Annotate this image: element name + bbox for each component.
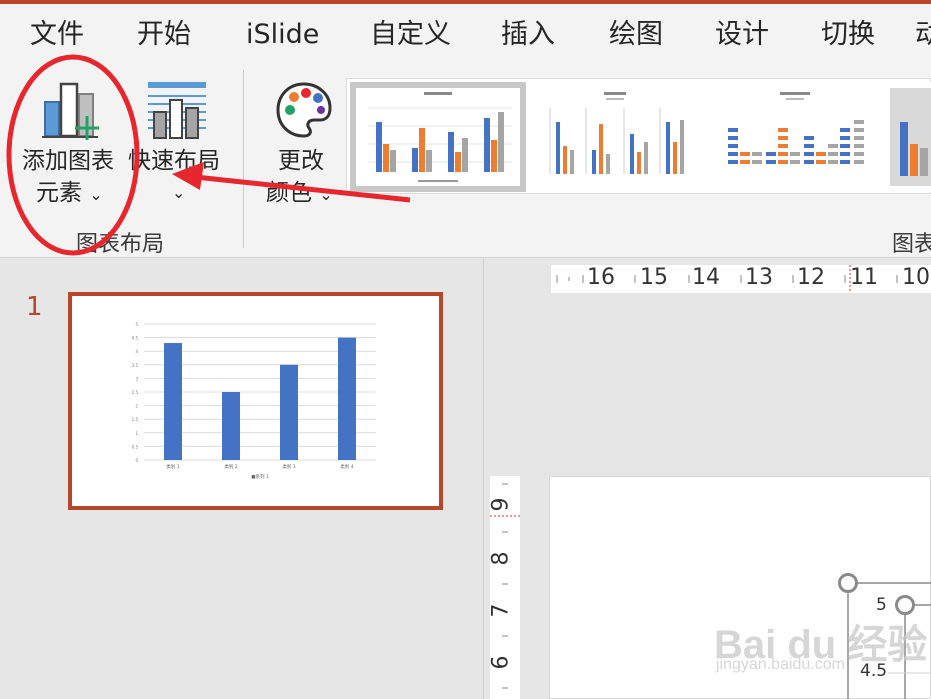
tab-insert[interactable]: 插入: [501, 18, 555, 52]
chart-style-3[interactable]: [710, 82, 886, 192]
change-colors-label: 更改: [278, 148, 324, 174]
slide-number: 1: [26, 292, 43, 322]
y-tick-label: 1: [135, 431, 138, 436]
ribbon-tab-bar: 文件 开始 iSlide 自定义 插入 绘图 设计 切换 动: [0, 4, 931, 60]
y-tick-label: 4: [135, 349, 138, 354]
change-colors-button[interactable]: 更改 颜色 ⌄: [260, 74, 344, 214]
chart-style-3-preview: [728, 92, 864, 164]
ruler-label: 7: [488, 603, 514, 618]
quick-layout-icon: [148, 82, 206, 139]
ruler-label: 15: [640, 265, 668, 290]
quick-layout-button[interactable]: 快速布局 ⌄: [126, 74, 230, 214]
x-tick-label: 类别 3: [282, 463, 295, 470]
ruler-label: 13: [745, 265, 773, 290]
y-tick-label: 0.5: [132, 444, 139, 449]
ribbon-group-divider: [243, 70, 244, 248]
ruler-label: 16: [587, 265, 615, 290]
group-label-chart-layout: 图表布局: [76, 232, 165, 257]
tab-islide[interactable]: iSlide: [246, 18, 319, 52]
y-tick-label: 1.5: [132, 417, 139, 422]
bar: [164, 343, 182, 460]
tab-draw[interactable]: 绘图: [609, 18, 663, 52]
y-tick-label: 0: [135, 458, 138, 463]
add-chart-element-icon: [42, 82, 99, 140]
legend-label: ■系列 1: [251, 473, 269, 480]
chart-style-1[interactable]: [350, 82, 526, 192]
ruler-label: 9: [488, 497, 514, 512]
x-tick-label: 类别 2: [224, 463, 237, 470]
chevron-down-icon: ⌄: [172, 183, 186, 202]
slide-thumbnail[interactable]: 0 0.5 1 1.5 2 2.5 3 3.5 4 4.5 5 类别 1 类别 2 类别 3 类别 4 ■系列…: [68, 292, 443, 510]
tab-animations[interactable]: 动: [915, 18, 931, 52]
bar: [280, 364, 298, 460]
tab-file[interactable]: 文件: [30, 18, 84, 52]
chart-style-2-preview: [549, 92, 684, 174]
ruler-label: 11: [850, 265, 878, 290]
chart-style-4[interactable]: [890, 82, 931, 192]
y-tick-label: 3.5: [132, 363, 139, 368]
bar: [338, 337, 356, 460]
chart-style-1-preview: [368, 92, 512, 182]
y-tick-label: 5: [135, 322, 138, 327]
thumbnail-bar-chart: 0 0.5 1 1.5 2 2.5 3 3.5 4 4.5 5 类别 1 类别 2 类别 3 类别 4 ■系列…: [132, 322, 376, 480]
watermark-url: jingyan.baidu.com: [716, 656, 845, 673]
palette-icon: [276, 82, 332, 138]
bar: [222, 392, 240, 460]
tab-custom[interactable]: 自定义: [370, 18, 451, 52]
change-colors-label-2: 颜色 ⌄: [266, 180, 333, 206]
chart-resize-handle[interactable]: [838, 573, 858, 593]
chart-style-4-preview: [890, 88, 931, 186]
add-chart-element-button[interactable]: 添加图表 元素 ⌄: [14, 74, 126, 214]
chart-style-2[interactable]: [530, 82, 706, 192]
ruler-label: 14: [692, 265, 720, 290]
tab-transitions[interactable]: 切换: [821, 18, 875, 52]
tab-home[interactable]: 开始: [137, 18, 191, 52]
tab-design[interactable]: 设计: [715, 18, 769, 52]
ruler-label: 10: [902, 265, 930, 290]
add-chart-element-label-2: 元素 ⌄: [36, 180, 103, 206]
horizontal-ruler: 16 15 14 13 12 11 10: [551, 265, 931, 293]
x-tick-label: 类别 1: [166, 463, 179, 470]
chevron-down-icon: ⌄: [89, 185, 103, 204]
group-label-chart-styles: 图表: [892, 232, 931, 257]
ruler-label: 8: [488, 551, 514, 566]
y-tick-label: 4.5: [132, 336, 139, 341]
y-tick-label: 3: [135, 376, 138, 381]
ruler-label: 6: [488, 655, 514, 670]
vertical-ruler: 9 8 7 6: [488, 476, 520, 699]
add-chart-element-label: 添加图表: [22, 148, 114, 174]
x-tick-label: 类别 4: [340, 463, 353, 470]
chevron-down-icon: ⌄: [319, 185, 333, 204]
y-tick-label: 2.5: [132, 390, 139, 395]
quick-layout-label: 快速布局: [128, 148, 220, 174]
y-tick-label: 2: [135, 404, 138, 409]
ruler-label: 12: [797, 265, 825, 290]
